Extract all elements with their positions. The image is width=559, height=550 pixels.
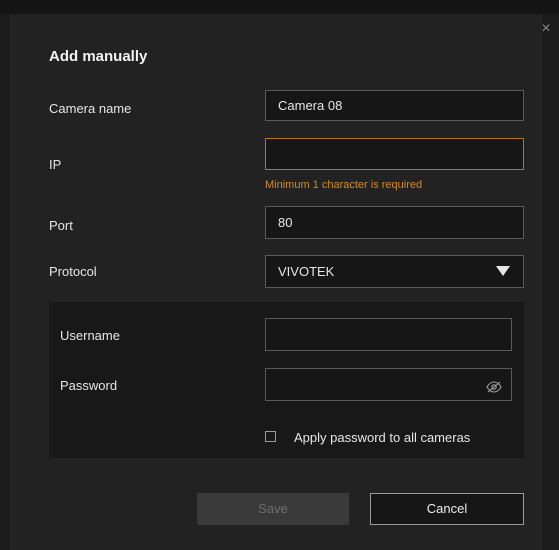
ip-input[interactable] — [265, 138, 524, 170]
username-label: Username — [60, 328, 120, 343]
camera-name-input[interactable] — [265, 90, 524, 121]
eye-slash-icon[interactable] — [486, 380, 502, 393]
apply-password-checkbox[interactable] — [265, 431, 276, 442]
camera-name-label: Camera name — [49, 101, 132, 116]
background-window-strip — [0, 0, 559, 14]
protocol-select[interactable]: VIVOTEK — [265, 255, 524, 288]
password-label: Password — [60, 378, 118, 393]
protocol-selected-value: VIVOTEK — [278, 264, 335, 279]
port-label: Port — [49, 218, 73, 233]
password-input[interactable] — [265, 368, 512, 401]
screen: × Add manually Camera name IP Minimum 1 … — [0, 0, 559, 550]
close-icon[interactable]: × — [537, 20, 555, 38]
username-input[interactable] — [265, 318, 512, 351]
save-button[interactable]: Save — [197, 493, 349, 525]
cancel-button[interactable]: Cancel — [370, 493, 524, 525]
protocol-label: Protocol — [49, 264, 97, 279]
ip-error-text: Minimum 1 character is required — [265, 179, 423, 191]
dialog-title: Add manually — [49, 48, 148, 65]
caret-down-icon — [496, 266, 510, 276]
apply-password-label: Apply password to all cameras — [294, 430, 471, 445]
ip-label: IP — [49, 157, 62, 172]
port-input[interactable] — [265, 206, 524, 239]
